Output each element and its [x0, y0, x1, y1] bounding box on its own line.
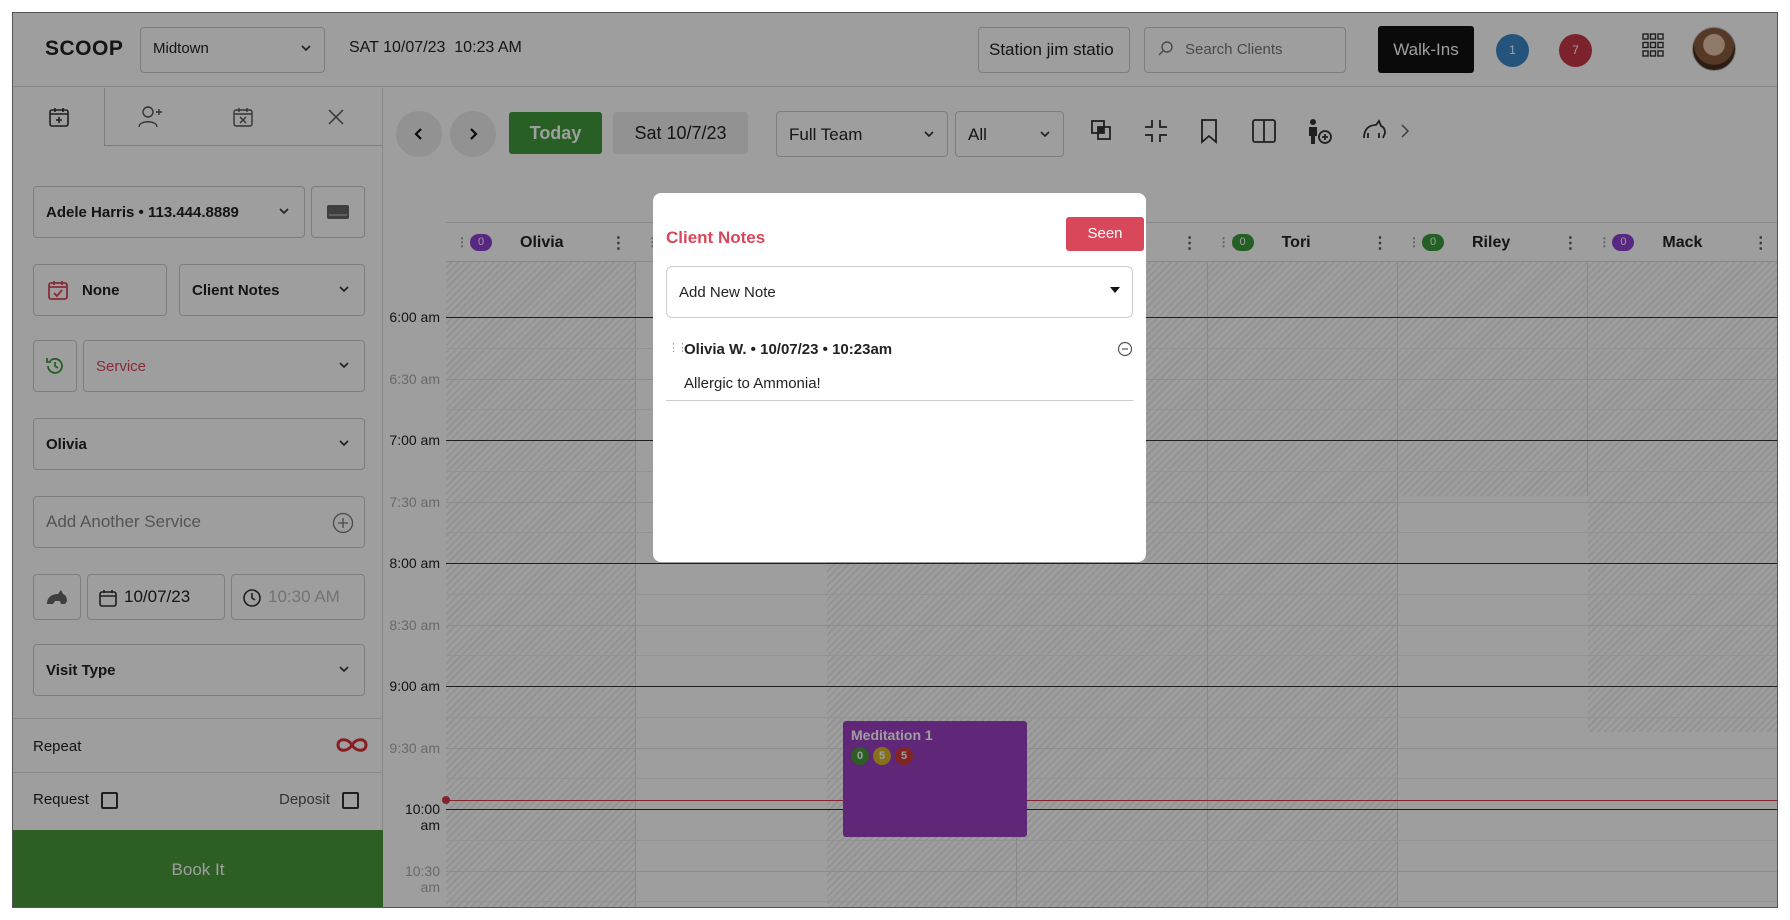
note-meta: Olivia W. • 10/07/23 • 10:23am [684, 341, 893, 358]
caret-down-icon [1110, 287, 1120, 293]
note-item: ⋮⋮ Olivia W. • 10/07/23 • 10:23am Allerg… [666, 333, 1133, 401]
client-notes-modal: Client Notes Seen Add New Note ⋮⋮ Olivia… [653, 193, 1146, 562]
note-text: Allergic to Ammonia! [684, 375, 821, 392]
add-note-select[interactable]: Add New Note [666, 266, 1133, 318]
app-window: SCOOP Midtown SAT 10/07/23 10:23 AM Stat… [12, 12, 1778, 908]
add-note-label: Add New Note [679, 284, 776, 301]
seen-button[interactable]: Seen [1066, 217, 1144, 251]
remove-circle-icon[interactable] [1117, 341, 1133, 357]
modal-title: Client Notes [666, 228, 766, 247]
